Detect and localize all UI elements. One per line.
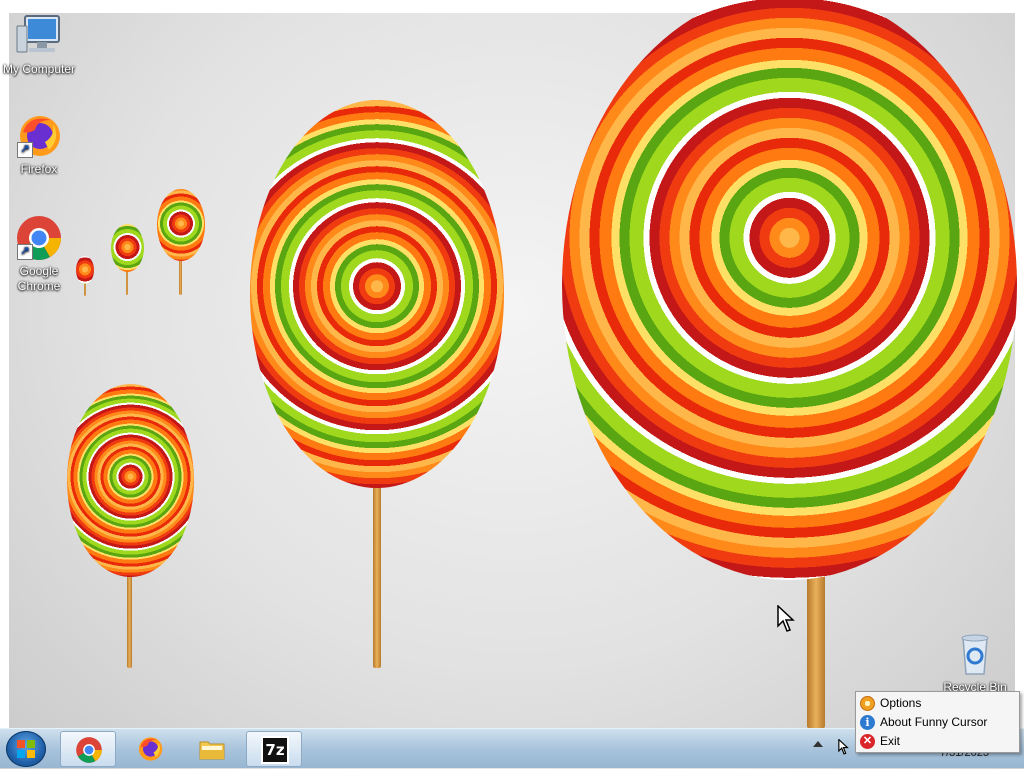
chrome-icon bbox=[75, 736, 103, 764]
close-icon: ✕ bbox=[860, 734, 875, 749]
menu-item-label: Exit bbox=[880, 734, 901, 748]
desktop-icon-firefox[interactable]: ↗ Firefox bbox=[2, 112, 76, 177]
desktop-icon-my-computer[interactable]: My Computer bbox=[2, 12, 76, 77]
shortcut-arrow-icon: ↗ bbox=[17, 142, 33, 158]
start-button[interactable] bbox=[6, 731, 46, 767]
taskbar-app-chrome[interactable] bbox=[60, 731, 116, 767]
7zip-icon: 7z bbox=[261, 736, 289, 764]
desktop-icon-recycle-bin[interactable]: Recycle Bin bbox=[938, 630, 1012, 695]
taskbar-app-file-explorer[interactable] bbox=[184, 731, 240, 767]
firefox-icon bbox=[136, 735, 164, 763]
tray-context-menu: Options i About Funny Cursor ✕ Exit bbox=[855, 691, 1020, 753]
wallpaper-edge bbox=[0, 0, 9, 728]
menu-item-options[interactable]: Options bbox=[856, 694, 1019, 713]
menu-item-label: About Funny Cursor bbox=[880, 715, 988, 729]
taskbar-app-7zip[interactable]: 7z bbox=[246, 731, 302, 767]
desktop-icon-google-chrome[interactable]: ↗ Google Chrome bbox=[2, 214, 76, 294]
chrome-icon: ↗ bbox=[15, 214, 63, 262]
funny-cursor-tray-icon[interactable] bbox=[836, 738, 852, 755]
desktop-icon-label: Firefox bbox=[20, 162, 58, 176]
shortcut-arrow-icon: ↗ bbox=[17, 244, 33, 260]
desktop[interactable]: My Computer ↗ Firefox ↗ Google Chrome Re… bbox=[0, 0, 1024, 728]
menu-item-label: Options bbox=[880, 696, 922, 710]
firefox-icon: ↗ bbox=[15, 112, 63, 160]
desktop-icon-label: My Computer bbox=[2, 62, 76, 76]
show-hidden-icons-arrow[interactable] bbox=[813, 741, 823, 747]
windows-logo-icon bbox=[17, 740, 35, 758]
recycle-bin-icon bbox=[951, 630, 999, 678]
menu-item-exit[interactable]: ✕ Exit bbox=[856, 732, 1019, 751]
computer-icon bbox=[15, 12, 63, 60]
info-icon: i bbox=[860, 715, 875, 730]
gear-icon bbox=[860, 696, 875, 711]
desktop-icon-label: Google Chrome bbox=[17, 264, 61, 293]
taskbar-app-firefox[interactable] bbox=[122, 731, 178, 767]
wallpaper-edge bbox=[1015, 0, 1024, 728]
folder-icon bbox=[198, 735, 226, 763]
menu-item-about[interactable]: i About Funny Cursor bbox=[856, 713, 1019, 732]
